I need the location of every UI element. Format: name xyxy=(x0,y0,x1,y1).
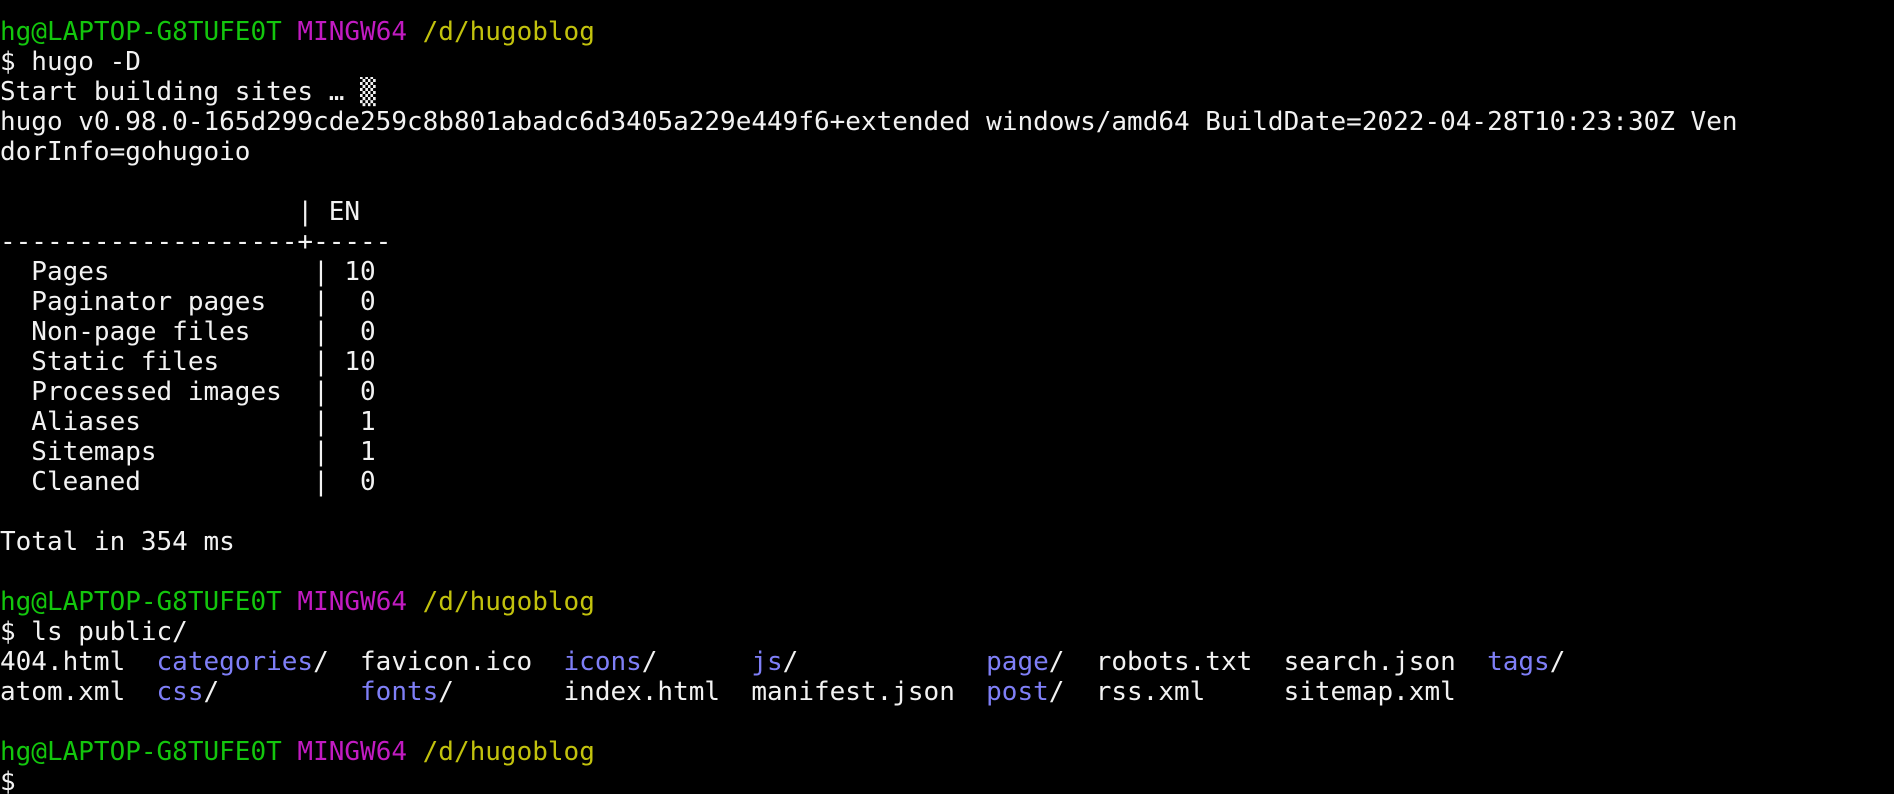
prompt-user: hg@LAPTOP-G8TUFE0T xyxy=(0,737,282,767)
directory-suffix: / xyxy=(438,677,454,707)
prompt-symbol: $ xyxy=(0,767,16,794)
file-name: 404.html xyxy=(0,647,126,677)
prompt-env: MINGW64 xyxy=(297,737,407,767)
file-name: favicon.ico xyxy=(360,647,533,677)
directory-suffix: / xyxy=(1048,647,1065,677)
directory-entry: categories/ xyxy=(157,647,329,677)
prompt-user: hg@LAPTOP-G8TUFE0T xyxy=(0,587,282,617)
unknown-glyph-icon: ▒ xyxy=(360,77,376,107)
directory-suffix: / xyxy=(203,677,220,707)
file-name: atom.xml xyxy=(0,677,126,707)
directory-entry: post/ xyxy=(986,677,1064,707)
file-name: rss.xml xyxy=(1095,677,1206,707)
directory-name: css xyxy=(156,677,204,707)
version-line: hugo v0.98.0-165d299cde259c8b801abadc6d3… xyxy=(0,107,1738,137)
directory-name: page xyxy=(986,647,1049,677)
ls-output-row: 404.html categories/favicon.ico icons/js/p… xyxy=(0,647,1894,677)
directory-entry: fonts/ xyxy=(360,677,454,707)
file-entry: sitemap.xml xyxy=(1284,677,1456,707)
command-line: $ ls public/ xyxy=(0,617,188,647)
file-name: index.html xyxy=(563,677,721,707)
stats-table-header: | EN xyxy=(0,197,361,227)
prompt-line: hg@LAPTOP-G8TUFE0T MINGW64 /d/hugoblog xyxy=(0,737,1894,767)
stats-table-divider: -------------------+----- xyxy=(0,227,392,257)
prompt-env: MINGW64 xyxy=(297,587,407,617)
file-name: search.json xyxy=(1283,647,1456,677)
stats-row: Processed images | 0 xyxy=(0,377,376,407)
directory-suffix: / xyxy=(313,647,329,677)
file-entry: manifest.json xyxy=(751,677,955,707)
prompt-env: MINGW64 xyxy=(297,17,407,47)
file-entry: atom.xml xyxy=(0,677,125,707)
prompt-path: /d/hugoblog xyxy=(422,587,595,617)
directory-entry: icons/ xyxy=(564,647,658,677)
stats-row: Pages | 10 xyxy=(0,257,376,287)
prompt-line: hg@LAPTOP-G8TUFE0T MINGW64 /d/hugoblog xyxy=(0,587,1894,617)
file-name: robots.txt xyxy=(1095,647,1253,677)
build-total: Total in 354 ms xyxy=(0,527,235,557)
prompt-user: hg@LAPTOP-G8TUFE0T xyxy=(0,17,282,47)
version-line-wrap: dorInfo=gohugoio xyxy=(0,137,251,167)
stats-row: Cleaned | 0 xyxy=(0,467,376,497)
file-entry: robots.txt xyxy=(1096,647,1253,677)
stats-row: Static files | 10 xyxy=(0,347,376,377)
directory-entry: js/ xyxy=(751,647,798,677)
file-name: manifest.json xyxy=(751,677,955,707)
prompt-line: hg@LAPTOP-G8TUFE0T MINGW64 /d/hugoblog xyxy=(0,17,1894,47)
directory-suffix: / xyxy=(1549,647,1566,677)
directory-name: icons xyxy=(563,647,642,677)
directory-name: categories xyxy=(156,647,314,677)
file-name: sitemap.xml xyxy=(1283,677,1456,707)
file-entry: rss.xml xyxy=(1096,677,1206,707)
stats-row: Sitemaps | 1 xyxy=(0,437,376,467)
directory-entry: page/ xyxy=(986,647,1064,677)
directory-entry: css/ xyxy=(157,677,220,707)
stats-row: Paginator pages | 0 xyxy=(0,287,376,317)
file-entry: index.html xyxy=(564,677,721,707)
directory-name: tags xyxy=(1487,647,1550,677)
build-start-text: Start building sites … xyxy=(0,77,361,107)
prompt-path: /d/hugoblog xyxy=(422,737,595,767)
terminal-window[interactable]: hg@LAPTOP-G8TUFE0T MINGW64 /d/hugoblog $… xyxy=(0,0,1894,794)
stats-row: Non-page files | 0 xyxy=(0,317,376,347)
command-input-line[interactable]: $ xyxy=(0,767,1894,794)
directory-suffix: / xyxy=(1048,677,1065,707)
directory-entry: tags/ xyxy=(1487,647,1565,677)
prompt-path: /d/hugoblog xyxy=(422,17,595,47)
ls-output-row: atom.xml css/fonts/index.html manifest.jso… xyxy=(0,677,1894,707)
command-line: $ hugo -D xyxy=(0,47,141,77)
directory-suffix: / xyxy=(782,647,799,677)
directory-name: fonts xyxy=(360,677,439,707)
directory-name: js xyxy=(751,647,783,677)
file-entry: favicon.ico xyxy=(360,647,532,677)
directory-name: post xyxy=(986,677,1049,707)
file-entry: search.json xyxy=(1284,647,1456,677)
stats-row: Aliases | 1 xyxy=(0,407,376,437)
file-entry: 404.html xyxy=(0,647,125,677)
build-start-line: Start building sites … ▒ xyxy=(0,77,1894,107)
directory-suffix: / xyxy=(641,647,658,677)
